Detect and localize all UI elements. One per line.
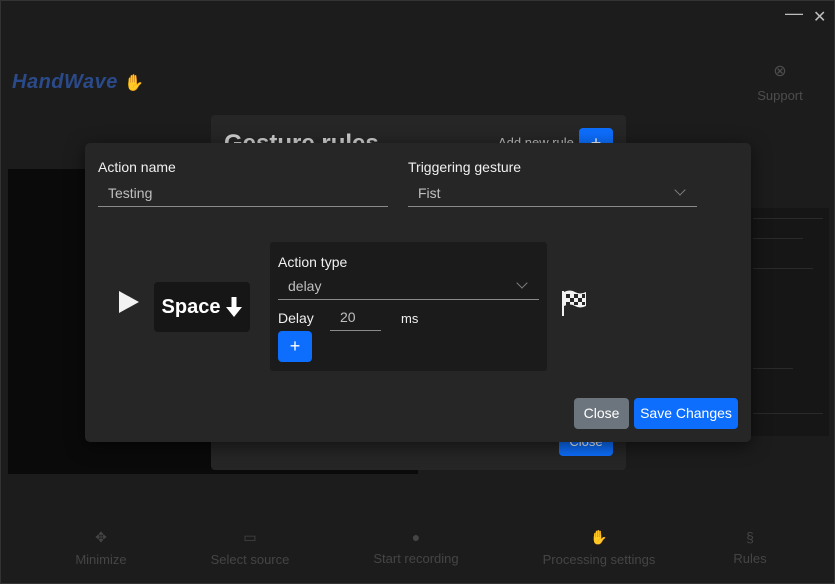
rules-label: Rules [733,551,767,566]
start-recording-label: Start recording [373,551,459,566]
trigger-gesture-value: Fist [418,185,441,201]
app-logo: HandWave ✋ [12,71,144,94]
support-icon: ⊗ [773,63,787,80]
save-changes-button[interactable]: Save Changes [634,398,738,429]
secondary-preview [749,208,829,436]
action-type-value: delay [288,278,322,294]
support-button[interactable]: ⊗ Support [753,61,807,105]
action-name-label: Action name [98,159,176,175]
minimize-icon: ✥ [95,529,107,545]
action-type-label: Action type [278,254,348,270]
brand-name: HandWave [12,71,118,93]
hand-icon: ✋ [590,529,608,545]
monitor-icon: ▭ [243,529,257,545]
add-step-button[interactable]: + [278,331,312,362]
trigger-gesture-label: Triggering gesture [408,159,522,175]
processing-settings-label: Processing settings [542,552,656,567]
hand-logo-icon: ✋ [123,75,145,92]
bottom-toolbar: ✥ Minimize ▭ Select source ● Start recor… [1,521,835,584]
window-close-button[interactable]: ✕ [813,7,826,27]
select-source-button[interactable]: ▭ Select source [209,529,291,567]
window-minimize-button[interactable]: — [785,3,803,24]
action-step-panel: Action type delay Delay ms + [270,242,547,371]
action-name-input[interactable] [98,179,388,207]
arrow-down-icon [226,297,243,317]
chevron-down-icon [674,184,686,196]
select-source-label: Select source [210,552,290,567]
delay-label: Delay [278,310,314,326]
app-window: — ✕ HandWave ✋ ⊗ Support ✥ Minimize ▭ Se… [0,0,835,584]
section-icon: § [746,529,754,545]
checkered-flag-icon [562,290,586,316]
trigger-gesture-select[interactable]: Fist [408,179,697,207]
delay-unit: ms [401,311,419,326]
processing-settings-button[interactable]: ✋ Processing settings [541,529,657,567]
close-button[interactable]: Close [574,398,629,429]
action-type-select[interactable]: delay [278,272,539,300]
action-editor-modal: Action name Triggering gesture Fist Spac… [85,143,751,442]
support-label: Support [757,88,803,103]
minimize-label: Minimize [75,552,127,567]
minimize-button[interactable]: ✥ Minimize [73,529,129,567]
key-chip-label: Space [161,295,221,318]
key-action-chip[interactable]: Space [154,282,250,332]
start-recording-button[interactable]: ● Start recording [370,529,462,566]
play-icon[interactable] [119,291,139,313]
chevron-down-icon [516,277,528,289]
delay-input[interactable] [330,303,381,331]
record-icon: ● [411,529,421,545]
rules-button[interactable]: § Rules [732,529,768,566]
